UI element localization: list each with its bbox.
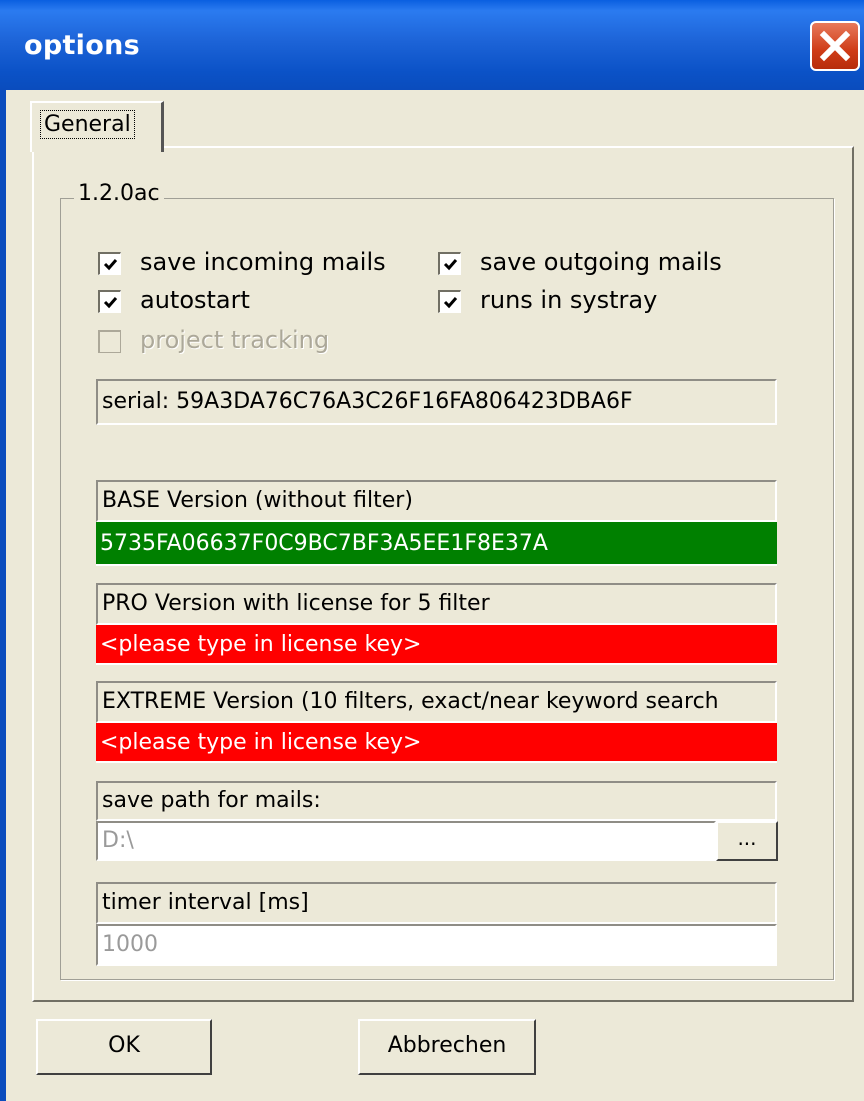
project-tracking-label: project tracking xyxy=(140,326,330,354)
checkbox-box[interactable] xyxy=(438,252,461,275)
pro-version-label: PRO Version with license for 5 filter xyxy=(96,583,777,625)
close-button[interactable] xyxy=(810,21,860,71)
checkmark-icon xyxy=(443,297,458,309)
tab-general-label: General xyxy=(40,110,135,139)
serial-display: serial: 59A3DA76C76A3C26F16FA806423DBA6F xyxy=(96,379,777,425)
timer-interval-label: timer interval [ms] xyxy=(96,882,777,924)
base-version-label: BASE Version (without filter) xyxy=(96,480,777,522)
checkbox-box[interactable] xyxy=(438,290,461,313)
window-title: options xyxy=(24,30,140,61)
checkbox-box xyxy=(98,330,121,353)
save-outgoing-label[interactable]: save outgoing mails xyxy=(480,248,722,276)
close-x-icon xyxy=(819,30,851,62)
extreme-version-label: EXTREME Version (10 filters, exact/near … xyxy=(96,681,777,723)
ok-button[interactable]: OK xyxy=(36,1019,212,1075)
timer-interval-input[interactable]: 1000 xyxy=(96,924,777,966)
base-license-input[interactable]: 5735FA06637F0C9BC7BF3A5EE1F8E37A xyxy=(96,522,777,566)
save-incoming-label[interactable]: save incoming mails xyxy=(140,248,386,276)
options-dialog: options General 1.2.0ac save incoming ma… xyxy=(0,0,864,1101)
title-bar[interactable]: options xyxy=(0,0,864,90)
checkmark-icon xyxy=(103,297,118,309)
extreme-license-input[interactable]: <please type in license key> xyxy=(96,723,777,763)
checkbox-box[interactable] xyxy=(98,252,121,275)
checkmark-icon xyxy=(103,259,118,271)
browse-button[interactable]: ... xyxy=(716,821,778,861)
window-border xyxy=(0,90,6,1101)
cancel-button[interactable]: Abbrechen xyxy=(358,1019,536,1075)
pro-license-input[interactable]: <please type in license key> xyxy=(96,625,777,665)
save-path-input[interactable]: D:\ xyxy=(96,821,716,861)
checkbox-box[interactable] xyxy=(98,290,121,313)
checkmark-icon xyxy=(443,259,458,271)
tab-general[interactable]: General xyxy=(30,101,164,152)
save-path-label: save path for mails: xyxy=(96,781,777,821)
systray-label[interactable]: runs in systray xyxy=(480,286,657,314)
autostart-label[interactable]: autostart xyxy=(140,286,250,314)
groupbox-title: 1.2.0ac xyxy=(74,181,164,206)
